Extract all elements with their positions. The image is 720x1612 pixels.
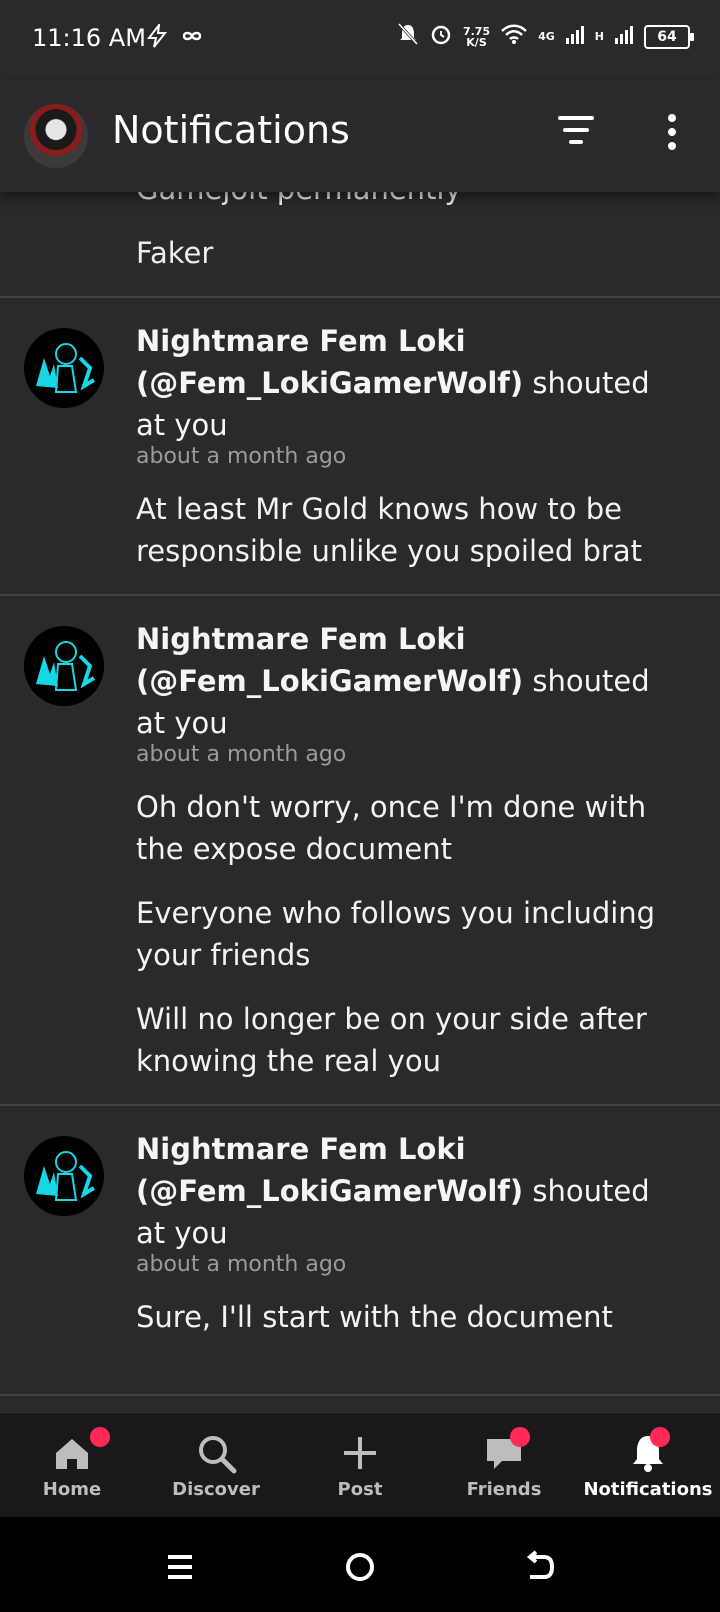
mute-icon [397, 22, 419, 51]
flash-icon [146, 21, 168, 54]
nav-home[interactable]: Home [0, 1413, 144, 1517]
notification-time: about a month ago [136, 1252, 347, 1277]
sender-handle[interactable]: (@Fem_LokiGamerWolf) [136, 664, 523, 698]
app-bar: Notifications [0, 80, 720, 192]
message-text: Everyone who follows you including your … [136, 896, 656, 972]
divider [0, 1104, 720, 1106]
notification-time: about a month ago [136, 742, 347, 767]
search-icon [199, 1436, 237, 1474]
battery-icon: 64 [644, 24, 694, 49]
user-avatar[interactable] [24, 104, 88, 168]
more-vert-icon [668, 114, 676, 122]
notification-action: at you [136, 706, 228, 740]
nav-label: Notifications [583, 1479, 713, 1500]
plus-icon [344, 1437, 376, 1469]
sender-avatar[interactable] [24, 1136, 104, 1216]
notification-action: shouted [532, 1174, 650, 1208]
sender-name[interactable]: Nightmare Fem Loki [136, 1132, 466, 1166]
alarm-icon [429, 22, 453, 51]
friends-badge [510, 1427, 530, 1447]
network-type-1: 4G [538, 30, 555, 43]
system-navigation-bar [0, 1517, 720, 1612]
nav-friends[interactable]: Friends [432, 1413, 576, 1517]
network-speed: 7.75 K/S [462, 24, 491, 49]
page-title: Notifications [112, 108, 350, 152]
nav-label: Friends [466, 1479, 542, 1500]
notification-time: about a month ago [136, 444, 347, 469]
divider [0, 296, 720, 298]
signal-icon-2 [614, 24, 634, 49]
notification-action: shouted [532, 366, 650, 400]
nav-label: Discover [172, 1479, 260, 1500]
sender-avatar[interactable] [24, 328, 104, 408]
filter-button[interactable] [554, 116, 598, 156]
more-options-button[interactable] [660, 114, 684, 158]
home-badge [90, 1427, 110, 1447]
sender-handle[interactable]: (@Fem_LokiGamerWolf) [136, 366, 523, 400]
divider [0, 1394, 720, 1396]
message-text: Oh don't worry, once I'm done with the e… [136, 790, 647, 866]
notifications-list[interactable]: Gamejolt permanently Faker Nightmare Fem… [0, 192, 720, 1412]
home-circle-icon[interactable] [340, 1547, 380, 1587]
recents-icon[interactable] [160, 1547, 200, 1587]
message-text: Will no longer be on your side after kno… [136, 1002, 647, 1078]
nav-post[interactable]: Post [288, 1413, 432, 1517]
sender-name[interactable]: Nightmare Fem Loki [136, 324, 466, 358]
filter-icon [558, 116, 594, 120]
nav-label: Home [42, 1479, 102, 1500]
home-icon [56, 1439, 88, 1469]
wifi-icon [500, 23, 528, 50]
status-time: 11:16 AM [32, 24, 146, 52]
infinity-icon [182, 24, 202, 54]
notification-action: shouted [532, 664, 650, 698]
notifications-badge [650, 1427, 670, 1447]
signal-icon-1 [565, 24, 585, 49]
sender-avatar[interactable] [24, 626, 104, 706]
nav-discover[interactable]: Discover [144, 1413, 288, 1517]
notification-action: at you [136, 408, 228, 442]
message-text: At least Mr Gold knows how to be respons… [136, 492, 642, 568]
sender-name[interactable]: Nightmare Fem Loki [136, 622, 466, 656]
bottom-navigation: Home Discover Post Friends Notifications [0, 1412, 720, 1518]
partial-message-line: Gamejolt permanently [136, 192, 462, 206]
partial-message-line: Faker [136, 236, 214, 270]
nav-label: Post [337, 1479, 383, 1500]
status-bar: 11:16 AM 7.75 K/S 4G H 64 [0, 0, 720, 80]
notification-action: at you [136, 1216, 228, 1250]
message-text: Sure, I'll start with the document [136, 1300, 613, 1334]
divider [0, 594, 720, 596]
network-type-2: H [594, 30, 604, 43]
sender-handle[interactable]: (@Fem_LokiGamerWolf) [136, 1174, 523, 1208]
back-icon[interactable] [520, 1547, 560, 1587]
nav-notifications[interactable]: Notifications [576, 1413, 720, 1517]
